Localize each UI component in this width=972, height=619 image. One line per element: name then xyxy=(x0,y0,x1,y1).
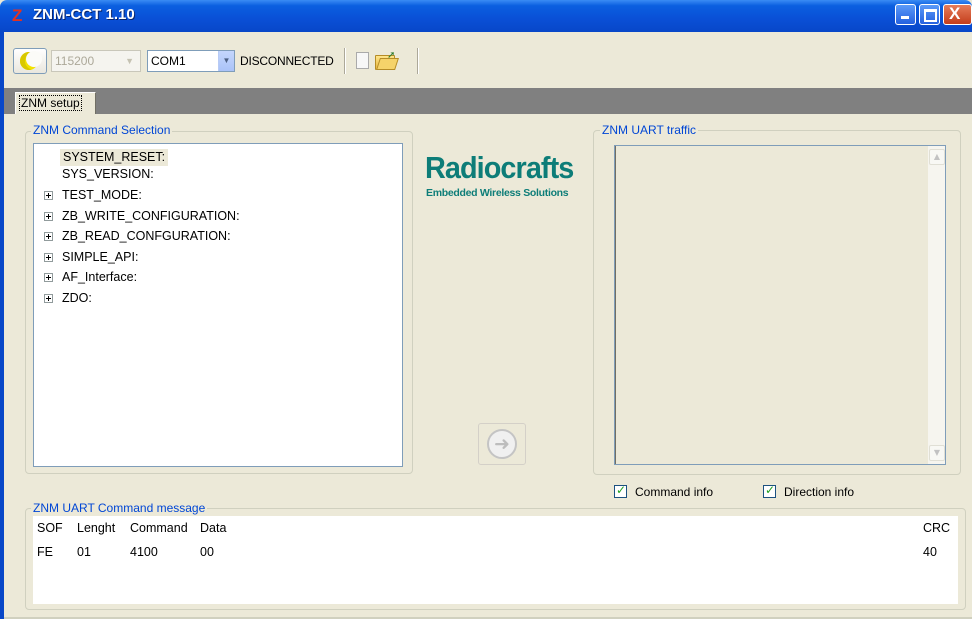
expand-icon[interactable] xyxy=(44,253,53,262)
arrow-icon: ➚ xyxy=(387,50,396,61)
tree-item[interactable]: SYSTEM_RESET: xyxy=(60,149,169,166)
header-data: Data xyxy=(200,521,227,535)
close-icon: X xyxy=(949,4,961,23)
expand-icon[interactable] xyxy=(44,191,53,200)
vertical-scrollbar[interactable]: ▲ ▼ xyxy=(928,146,945,464)
tree-item[interactable]: TEST_MODE: xyxy=(62,187,142,204)
title-bar[interactable]: Z ZNM-CCT 1.10 X xyxy=(0,0,972,32)
window-title: ZNM-CCT 1.10 xyxy=(33,6,135,23)
tree-item[interactable]: ZB_READ_CONFGURATION: xyxy=(62,228,231,245)
tree-item[interactable]: SIMPLE_API: xyxy=(62,249,138,266)
arrow-right-circle-icon: ➜ xyxy=(487,429,517,459)
toolbar: 115200 ▼ COM1 ▼ DISCONNECTED ➚ xyxy=(4,32,972,88)
tab-znm-setup[interactable]: ZNM setup xyxy=(15,92,96,114)
scroll-down-icon[interactable]: ▼ xyxy=(929,445,945,461)
command-message-table: SOF Lenght Command Data CRC FE 01 4100 0… xyxy=(33,516,958,604)
value-sof: FE xyxy=(37,545,53,559)
expand-icon[interactable] xyxy=(44,273,53,282)
direction-info-checkbox[interactable] xyxy=(763,483,776,498)
moon-icon xyxy=(20,51,42,70)
tree-item[interactable]: ZDO: xyxy=(62,290,92,307)
connection-status: DISCONNECTED xyxy=(240,54,334,68)
header-length: Lenght xyxy=(77,521,116,535)
baud-rate-value: 115200 xyxy=(55,54,95,68)
chevron-down-icon[interactable]: ▼ xyxy=(218,51,234,71)
value-length: 01 xyxy=(77,545,91,559)
clear-log-icon[interactable] xyxy=(356,52,369,69)
command-tree[interactable]: SYSTEM_RESET: SYS_VERSION: TEST_MODE: ZB… xyxy=(33,143,403,467)
expand-icon[interactable] xyxy=(44,232,53,241)
connect-button[interactable] xyxy=(13,48,47,74)
com-port-value: COM1 xyxy=(151,54,186,68)
com-port-select[interactable]: COM1 ▼ xyxy=(147,50,235,72)
header-command: Command xyxy=(130,521,188,535)
expand-icon[interactable] xyxy=(44,294,53,303)
value-command: 4100 xyxy=(130,545,158,559)
send-command-button[interactable]: ➜ xyxy=(478,423,526,465)
baud-rate-select: 115200 ▼ xyxy=(51,50,141,72)
uart-traffic-log[interactable]: ▲ ▼ xyxy=(614,145,946,465)
value-crc: 40 xyxy=(923,545,937,559)
chevron-down-icon: ▼ xyxy=(125,56,134,66)
expand-icon[interactable] xyxy=(44,212,53,221)
minimize-button[interactable] xyxy=(895,4,916,25)
toolbar-separator xyxy=(417,48,419,74)
tree-item[interactable]: SYS_VERSION: xyxy=(62,166,154,183)
maximize-icon xyxy=(924,9,937,22)
toolbar-separator xyxy=(344,48,346,74)
command-selection-title: ZNM Command Selection xyxy=(31,123,173,137)
app-icon: Z xyxy=(12,6,23,25)
maximize-button[interactable] xyxy=(919,4,940,25)
close-button[interactable]: X xyxy=(943,4,972,25)
tree-item[interactable]: AF_Interface: xyxy=(62,269,137,286)
logo-tagline: Embedded Wireless Solutions xyxy=(426,187,569,199)
header-sof: SOF xyxy=(37,521,63,535)
header-crc: CRC xyxy=(923,521,951,535)
tab-strip: ZNM setup xyxy=(4,88,972,114)
radiocrafts-logo: Radiocrafts xyxy=(425,150,574,185)
command-info-label: Command info xyxy=(635,485,714,499)
tree-item[interactable]: ZB_WRITE_CONFIGURATION: xyxy=(62,208,240,225)
command-message-title: ZNM UART Command message xyxy=(31,501,208,515)
tab-label: ZNM setup xyxy=(19,95,82,111)
direction-info-label: Direction info xyxy=(784,485,855,499)
uart-traffic-title: ZNM UART traffic xyxy=(600,123,699,137)
value-data: 00 xyxy=(200,545,214,559)
minimize-icon xyxy=(901,16,909,19)
command-info-checkbox[interactable] xyxy=(614,483,627,498)
window-frame xyxy=(0,32,4,619)
scroll-up-icon[interactable]: ▲ xyxy=(929,149,945,165)
open-file-button[interactable]: ➚ xyxy=(375,50,399,70)
